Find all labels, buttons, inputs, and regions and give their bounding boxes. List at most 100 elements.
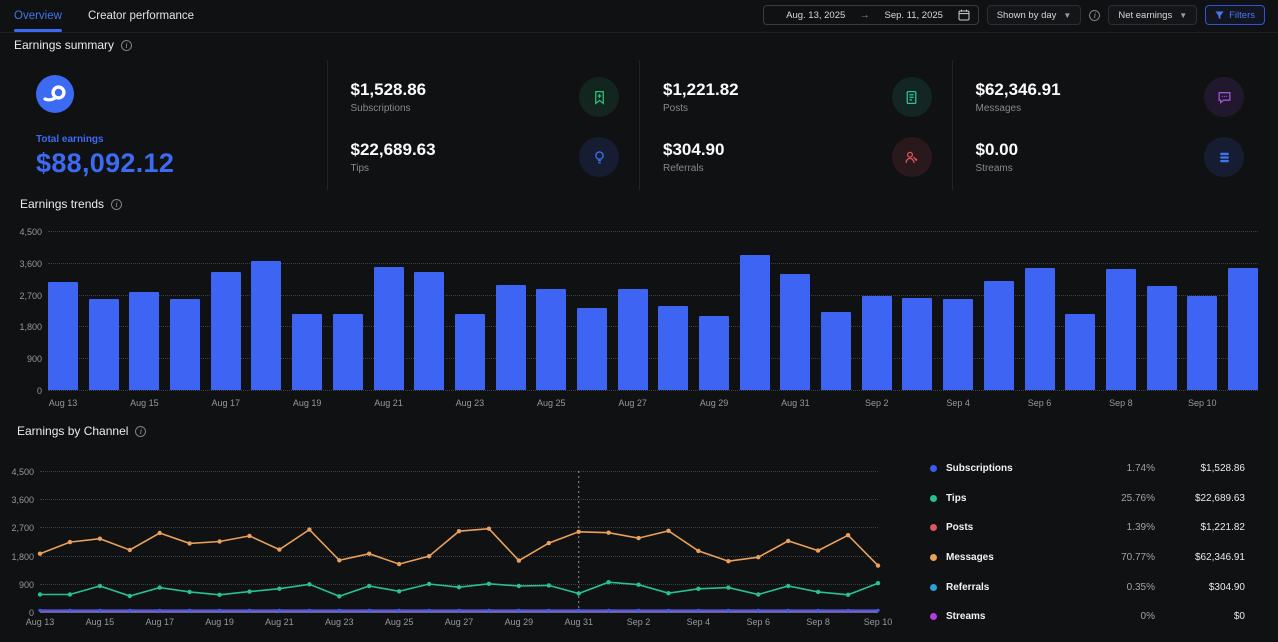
data-point[interactable] [128, 594, 132, 598]
data-point[interactable] [187, 590, 191, 594]
trend-bar[interactable] [455, 314, 485, 390]
data-point[interactable] [817, 609, 820, 612]
data-point[interactable] [547, 583, 551, 587]
data-point[interactable] [876, 609, 879, 612]
earnings-trends-chart[interactable]: 09001,8002,7003,6004,500 [48, 231, 1258, 390]
trend-bar[interactable] [211, 272, 241, 390]
data-point[interactable] [128, 609, 131, 612]
data-point[interactable] [457, 529, 461, 533]
legend-row[interactable]: Referrals 0.35% $304.90 [930, 572, 1245, 602]
data-point[interactable] [307, 527, 311, 531]
trend-bar[interactable] [1025, 268, 1055, 390]
data-point[interactable] [577, 591, 581, 595]
data-point[interactable] [606, 580, 610, 584]
by-channel-info-icon[interactable]: i [135, 426, 146, 437]
data-point[interactable] [218, 609, 221, 612]
data-point[interactable] [308, 609, 311, 612]
trend-bar[interactable] [699, 316, 729, 390]
data-point[interactable] [457, 609, 460, 612]
data-point[interactable] [158, 585, 162, 589]
data-point[interactable] [876, 563, 880, 567]
data-point[interactable] [307, 582, 311, 586]
trend-bar[interactable] [618, 289, 648, 390]
trend-bar[interactable] [374, 267, 404, 390]
data-point[interactable] [606, 531, 610, 535]
trend-bar[interactable] [984, 281, 1014, 390]
data-point[interactable] [278, 609, 281, 612]
data-point[interactable] [847, 609, 850, 612]
data-point[interactable] [338, 609, 341, 612]
data-point[interactable] [128, 548, 132, 552]
data-point[interactable] [816, 590, 820, 594]
legend-row[interactable]: Tips 25.76% $22,689.63 [930, 484, 1245, 514]
trend-bar[interactable] [1147, 286, 1177, 390]
trend-bar[interactable] [251, 261, 281, 390]
data-point[interactable] [787, 609, 790, 612]
calendar-icon[interactable] [958, 9, 970, 21]
data-point[interactable] [786, 584, 790, 588]
data-point[interactable] [158, 531, 162, 535]
trend-bar[interactable] [821, 312, 851, 390]
data-point[interactable] [726, 559, 730, 563]
data-point[interactable] [248, 609, 251, 612]
data-point[interactable] [667, 609, 670, 612]
trend-bar[interactable] [89, 299, 119, 390]
legend-row[interactable]: Posts 1.39% $1,221.82 [930, 513, 1245, 543]
data-point[interactable] [337, 594, 341, 598]
data-point[interactable] [38, 592, 42, 596]
data-point[interactable] [398, 609, 401, 612]
trend-bar[interactable] [414, 272, 444, 390]
trend-bar[interactable] [658, 306, 688, 390]
data-point[interactable] [397, 589, 401, 593]
data-point[interactable] [68, 609, 71, 612]
data-point[interactable] [727, 609, 730, 612]
data-point[interactable] [38, 609, 41, 612]
data-point[interactable] [98, 609, 101, 612]
trends-info-icon[interactable]: i [111, 199, 122, 210]
data-point[interactable] [517, 609, 520, 612]
data-point[interactable] [757, 609, 760, 612]
data-point[interactable] [277, 587, 281, 591]
data-point[interactable] [427, 582, 431, 586]
date-from-value[interactable]: Aug. 13, 2025 [772, 10, 860, 21]
legend-row[interactable]: Streams 0% $0 [930, 602, 1245, 632]
data-point[interactable] [487, 527, 491, 531]
filters-button[interactable]: Filters [1205, 5, 1265, 25]
data-point[interactable] [98, 584, 102, 588]
data-point[interactable] [217, 593, 221, 597]
data-point[interactable] [247, 534, 251, 538]
earnings-by-channel-chart[interactable]: 09001,8002,7003,6004,500 [40, 471, 878, 612]
data-point[interactable] [696, 587, 700, 591]
trend-bar[interactable] [333, 314, 363, 390]
data-point[interactable] [607, 609, 610, 612]
data-point[interactable] [68, 592, 72, 596]
trend-bar[interactable] [1065, 314, 1095, 390]
data-point[interactable] [337, 558, 341, 562]
trend-bar[interactable] [943, 299, 973, 390]
data-point[interactable] [98, 537, 102, 541]
trend-bar[interactable] [577, 308, 607, 390]
data-point[interactable] [487, 609, 490, 612]
data-point[interactable] [636, 536, 640, 540]
data-point[interactable] [247, 589, 251, 593]
data-point[interactable] [547, 541, 551, 545]
data-point[interactable] [397, 562, 401, 566]
date-to-value[interactable]: Sep. 11, 2025 [870, 10, 958, 21]
data-point[interactable] [697, 609, 700, 612]
data-point[interactable] [367, 584, 371, 588]
tab-creator-performance[interactable]: Creator performance [88, 0, 194, 32]
data-point[interactable] [187, 541, 191, 545]
data-point[interactable] [666, 591, 670, 595]
trend-bar[interactable] [740, 255, 770, 390]
data-point[interactable] [636, 583, 640, 587]
trend-bar[interactable] [862, 296, 892, 390]
data-point[interactable] [367, 552, 371, 556]
data-point[interactable] [457, 585, 461, 589]
data-point[interactable] [577, 609, 580, 612]
data-point[interactable] [577, 530, 581, 534]
data-point[interactable] [696, 549, 700, 553]
data-point[interactable] [277, 547, 281, 551]
data-point[interactable] [428, 609, 431, 612]
tab-overview[interactable]: Overview [14, 0, 62, 32]
data-point[interactable] [158, 609, 161, 612]
